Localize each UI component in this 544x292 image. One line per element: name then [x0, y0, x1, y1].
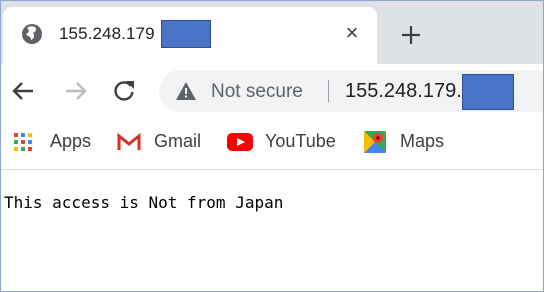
bookmark-label: Gmail: [154, 131, 202, 151]
gmail-icon: [117, 133, 141, 150]
active-tab[interactable]: 155.248.179 ×: [3, 7, 377, 64]
toolbar: Not secure 155.248.179.: [1, 64, 543, 118]
page-message: This access is Not from Japan: [4, 193, 284, 212]
info-warning-icon[interactable]: [175, 81, 197, 101]
bookmark-apps[interactable]: Apps: [13, 129, 103, 155]
page-content: This access is Not from Japan: [1, 170, 543, 291]
back-arrow-icon[interactable]: [8, 76, 38, 106]
globe-icon: [22, 24, 42, 44]
bookmark-label: Maps: [400, 131, 445, 151]
bookmark-maps[interactable]: Maps: [363, 129, 453, 155]
tab-strip: 155.248.179 ×: [1, 1, 543, 64]
forward-arrow-icon[interactable]: [61, 76, 91, 106]
bookmark-gmail[interactable]: Gmail: [117, 129, 213, 155]
youtube-icon: [227, 133, 253, 151]
bookmarks-bar: Apps Gmail YouTube Maps: [1, 118, 543, 170]
maps-icon: [364, 131, 386, 153]
redaction-box: [462, 74, 514, 110]
bookmark-youtube[interactable]: YouTube: [227, 129, 347, 155]
reload-icon[interactable]: [109, 76, 139, 106]
divider: [328, 80, 329, 102]
url-text[interactable]: 155.248.179.: [345, 80, 462, 103]
tab-title: 155.248.179: [59, 24, 155, 43]
redaction-box: [161, 20, 211, 48]
apps-grid-icon: [14, 133, 32, 151]
bookmark-label: Apps: [50, 131, 92, 151]
browser-window: 155.248.179 × Not secure 155.248.179. Ap…: [0, 0, 544, 292]
close-tab-icon[interactable]: ×: [339, 20, 365, 46]
security-label[interactable]: Not secure: [211, 81, 303, 103]
address-bar[interactable]: Not secure 155.248.179.: [159, 70, 543, 112]
bookmark-label: YouTube: [265, 131, 336, 151]
plus-icon[interactable]: [396, 20, 426, 50]
